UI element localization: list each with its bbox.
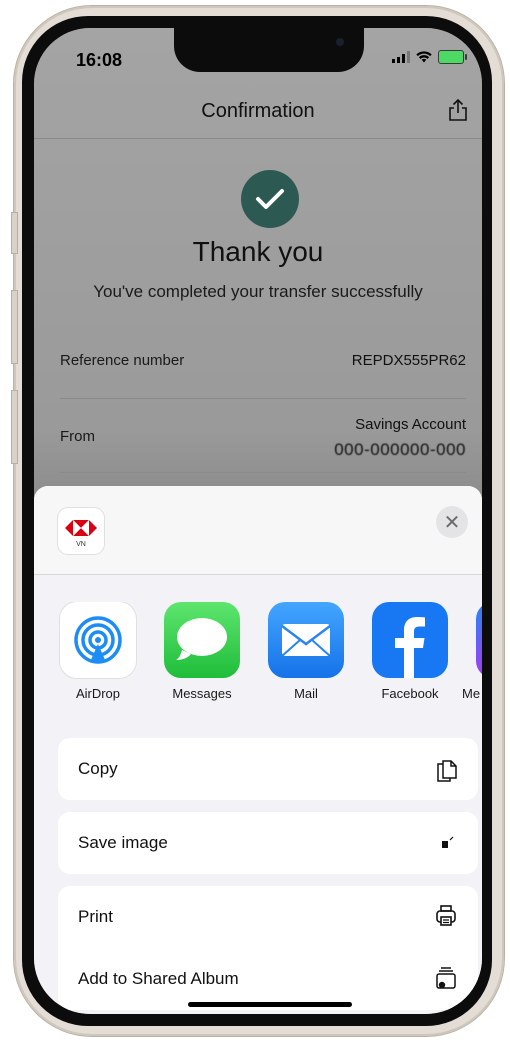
app-region-caption: VN (76, 541, 86, 548)
close-button[interactable]: ✕ (436, 506, 468, 538)
front-camera (336, 38, 344, 46)
cellular-signal-icon (392, 51, 410, 63)
add-to-shared-album-label: Add to Shared Album (78, 969, 239, 988)
print-label: Print (78, 907, 113, 926)
mail-icon (268, 602, 344, 678)
from-label: From (60, 428, 95, 445)
success-check-icon (241, 170, 299, 228)
facebook-icon (372, 602, 448, 678)
notch (174, 28, 364, 72)
print-action[interactable]: Print (58, 886, 478, 948)
share-apps-row: AirDrop Messages Mail Facebook Me (34, 602, 482, 712)
share-app-label: Messages (172, 686, 232, 701)
share-app-label: Facebook (381, 686, 439, 701)
copy-icon (437, 760, 457, 782)
messenger-icon (476, 602, 482, 678)
row-divider (60, 398, 466, 399)
shared-album-icon (436, 967, 456, 989)
copy-action[interactable]: Copy (58, 738, 478, 800)
volume-down-button (11, 390, 18, 464)
from-account-name: Savings Account (355, 416, 466, 433)
save-image-label: Save image (78, 833, 168, 852)
share-button[interactable] (448, 98, 468, 127)
share-sheet-header: VN ✕ (34, 486, 482, 575)
wifi-icon (416, 51, 432, 63)
silent-switch (11, 212, 18, 254)
status-time: 16:08 (76, 50, 123, 70)
save-image-icon (442, 836, 454, 848)
home-indicator[interactable] (188, 1002, 352, 1007)
status-indicators (392, 50, 467, 64)
reference-number-label: Reference number (60, 352, 185, 369)
share-app-label: Mail (294, 686, 318, 701)
thank-you-heading: Thank you (192, 236, 324, 267)
close-icon: ✕ (443, 511, 461, 534)
hsbc-app-icon: VN (58, 508, 104, 554)
volume-up-button (11, 290, 18, 364)
page-title: Confirmation (201, 100, 315, 122)
header-divider (34, 138, 482, 139)
more-actions-group: Print Add to Shared Album (58, 886, 478, 1010)
share-app-label: Me (462, 686, 481, 701)
share-icon (449, 98, 467, 121)
airdrop-icon (60, 602, 136, 678)
screen: 16:08 Confirmation Thank you You've comp… (34, 28, 482, 1014)
add-to-shared-album-action[interactable]: Add to Shared Album (58, 948, 478, 1010)
messages-icon (164, 602, 240, 678)
row-divider (60, 472, 466, 473)
share-sheet: VN ✕ AirDrop Messages Mail Facebook Me C… (34, 486, 482, 1014)
print-icon (436, 905, 456, 926)
from-account-number: 000-000000-000 (334, 440, 466, 459)
share-app-label: AirDrop (75, 686, 121, 701)
reference-number-value: REPDX555PR62 (351, 352, 466, 369)
battery-icon (438, 50, 467, 64)
success-message: You've completed your transfer successfu… (93, 282, 423, 301)
save-image-action[interactable]: Save image (58, 812, 478, 874)
copy-label: Copy (78, 759, 118, 778)
